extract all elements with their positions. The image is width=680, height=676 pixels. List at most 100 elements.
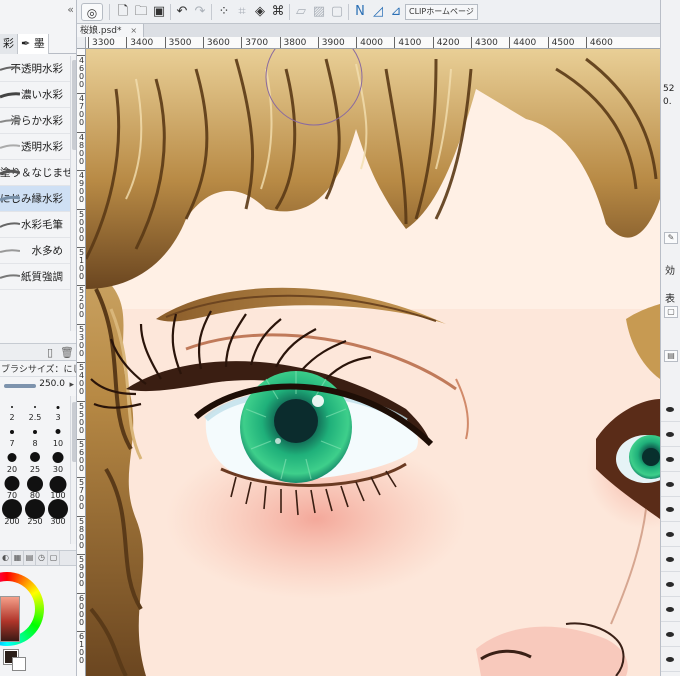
layer-row[interactable] [661, 548, 680, 572]
snap-ruler-icon[interactable]: ▱ [292, 3, 310, 21]
brush-item-transparent-watercolor[interactable]: 透明水彩 [0, 134, 76, 160]
brush-item-dense-watercolor[interactable]: 濃い水彩 [0, 82, 76, 108]
save-icon[interactable]: ▣ [150, 3, 168, 21]
layer-option-icon[interactable]: ▢ [664, 306, 678, 318]
undo-icon[interactable]: ↶ [173, 3, 191, 21]
ruler-tick-label: 4000 [356, 37, 383, 48]
horizontal-ruler[interactable]: 3300 3400 3500 3600 3700 3800 3900 4000 4100 4200… [86, 37, 660, 49]
vertical-ruler[interactable]: 4600 4700 4800 4900 5000 5100 5200 5300 5400 5500… [77, 49, 86, 676]
ruler-tick-label: 5600 [77, 439, 85, 473]
color-set-tab[interactable]: ▦ [12, 551, 24, 565]
brush-item-paper-texture[interactable]: 紙質強調 [0, 264, 76, 290]
size-preset[interactable]: 3 [47, 398, 69, 422]
document-tab[interactable]: 桜娘.psd* × [77, 24, 145, 37]
eye-icon[interactable] [666, 507, 674, 512]
collapse-panel-icon[interactable]: « [67, 3, 74, 16]
brush-item-opaque-watercolor[interactable]: 不透明水彩 [0, 56, 76, 82]
close-icon[interactable]: × [130, 26, 137, 35]
brush-item-smooth-watercolor[interactable]: 滑らか水彩 [0, 108, 76, 134]
stepper-arrow-icon[interactable]: ▸ [69, 380, 74, 390]
history-tab[interactable]: ◷ [36, 551, 48, 565]
slider-track[interactable] [4, 384, 36, 388]
size-preset[interactable]: 7 [1, 424, 23, 448]
brush-item-bleed-edge-watercolor[interactable]: にじみ縁水彩 [0, 186, 76, 212]
size-preset[interactable]: 200 [1, 499, 23, 526]
eye-icon[interactable] [666, 457, 674, 462]
brush-size-value[interactable]: 250.0 [39, 379, 65, 389]
size-preset[interactable]: 70 [1, 476, 23, 500]
eye-icon[interactable] [666, 632, 674, 637]
drawing-canvas[interactable] [86, 49, 660, 676]
eraser-settings-icon[interactable]: ⊿ [387, 3, 405, 21]
size-preset[interactable]: 100 [47, 476, 69, 500]
size-preset[interactable]: 2.5 [24, 398, 46, 422]
brush-item-more-water[interactable]: 水多め [0, 238, 76, 264]
size-preset[interactable]: 20 [1, 450, 23, 474]
edit-icon[interactable]: ✎ [664, 232, 678, 244]
eye-icon[interactable] [666, 432, 674, 437]
size-preset[interactable]: 250 [24, 499, 46, 526]
brush-item-watercolor-brush[interactable]: 水彩毛筆 [0, 212, 76, 238]
layer-row[interactable] [661, 498, 680, 522]
eye-icon[interactable] [666, 557, 674, 562]
brush-list-scrollbar[interactable] [70, 56, 76, 331]
ruler-tick-label: 3300 [88, 37, 115, 48]
navigator-angle-value[interactable]: 0. [663, 97, 672, 107]
ruler-tick-label: 3800 [279, 37, 306, 48]
tab-ink[interactable]: ✒ 墨 [18, 34, 49, 54]
brush-item-paint-and-blend[interactable]: 塗り＆なじませ [0, 160, 76, 186]
background-color-swatch[interactable] [12, 657, 26, 671]
layer-row[interactable] [661, 423, 680, 447]
layer-row[interactable] [661, 448, 680, 472]
copy-subtool-icon[interactable]: ▯ [44, 346, 56, 359]
ruler-tick-label: 4500 [547, 37, 575, 48]
clip-homepage-button[interactable]: CLIPホームページ [405, 4, 478, 20]
tab-watercolor[interactable]: 彩 [0, 34, 18, 54]
eye-icon[interactable] [666, 607, 674, 612]
ruler-tick-label: 5100 [77, 247, 85, 281]
eye-icon[interactable] [666, 657, 674, 662]
size-preset[interactable]: 80 [24, 476, 46, 500]
delete-subtool-icon[interactable]: 🗑 [60, 346, 74, 359]
open-icon[interactable]: 🗀 [132, 3, 150, 21]
clear-selection-icon[interactable]: ⁘ [215, 3, 233, 21]
size-preset[interactable]: 300 [47, 499, 69, 526]
eye-icon[interactable] [666, 532, 674, 537]
brush-settings-icon[interactable]: ◿ [369, 3, 387, 21]
ruler-tick-label: 4700 [77, 93, 85, 128]
color-wheel-tab[interactable]: ◐ [0, 551, 12, 565]
layer-row[interactable] [661, 623, 680, 647]
layer-row[interactable] [661, 398, 680, 422]
size-presets-scrollbar[interactable] [70, 396, 76, 544]
display-label: 表 [665, 294, 675, 305]
layer-row[interactable] [661, 598, 680, 622]
sub-view-tab[interactable]: ▢ [48, 551, 60, 565]
size-preset[interactable]: 8 [24, 424, 46, 448]
transform-icon[interactable]: ⌘ [269, 3, 287, 21]
layer-row[interactable] [661, 473, 680, 497]
crop-icon[interactable]: ⌗ [233, 3, 251, 21]
color-saturation-value-square[interactable] [0, 596, 20, 642]
navigator-zoom-value[interactable]: 52 [663, 84, 674, 94]
layer-row[interactable] [661, 523, 680, 547]
eye-icon[interactable] [666, 482, 674, 487]
size-preset[interactable]: 2 [1, 398, 23, 422]
redo-icon[interactable]: ↷ [191, 3, 209, 21]
size-preset[interactable]: 30 [47, 450, 69, 474]
new-icon[interactable]: 🗋 [114, 3, 132, 21]
brush-size-slider[interactable]: 250.0 ▸ [0, 378, 76, 394]
layer-tool-icon[interactable]: ▤ [664, 350, 678, 362]
approx-color-tab[interactable]: ▤ [24, 551, 36, 565]
eye-icon[interactable] [666, 407, 674, 412]
document-tab-bar: 桜娘.psd* × [77, 24, 660, 37]
app-icon[interactable]: ◎ [81, 3, 103, 21]
eye-icon[interactable] [666, 582, 674, 587]
fill-icon[interactable]: ◈ [251, 3, 269, 21]
layer-row[interactable] [661, 648, 680, 672]
pen-settings-icon[interactable]: 𝖭 [351, 3, 369, 21]
layer-row[interactable] [661, 573, 680, 597]
snap-guide-icon[interactable]: ▢ [328, 3, 346, 21]
snap-grid-icon[interactable]: ▨ [310, 3, 328, 21]
size-preset[interactable]: 10 [47, 424, 69, 448]
size-preset[interactable]: 25 [24, 450, 46, 474]
